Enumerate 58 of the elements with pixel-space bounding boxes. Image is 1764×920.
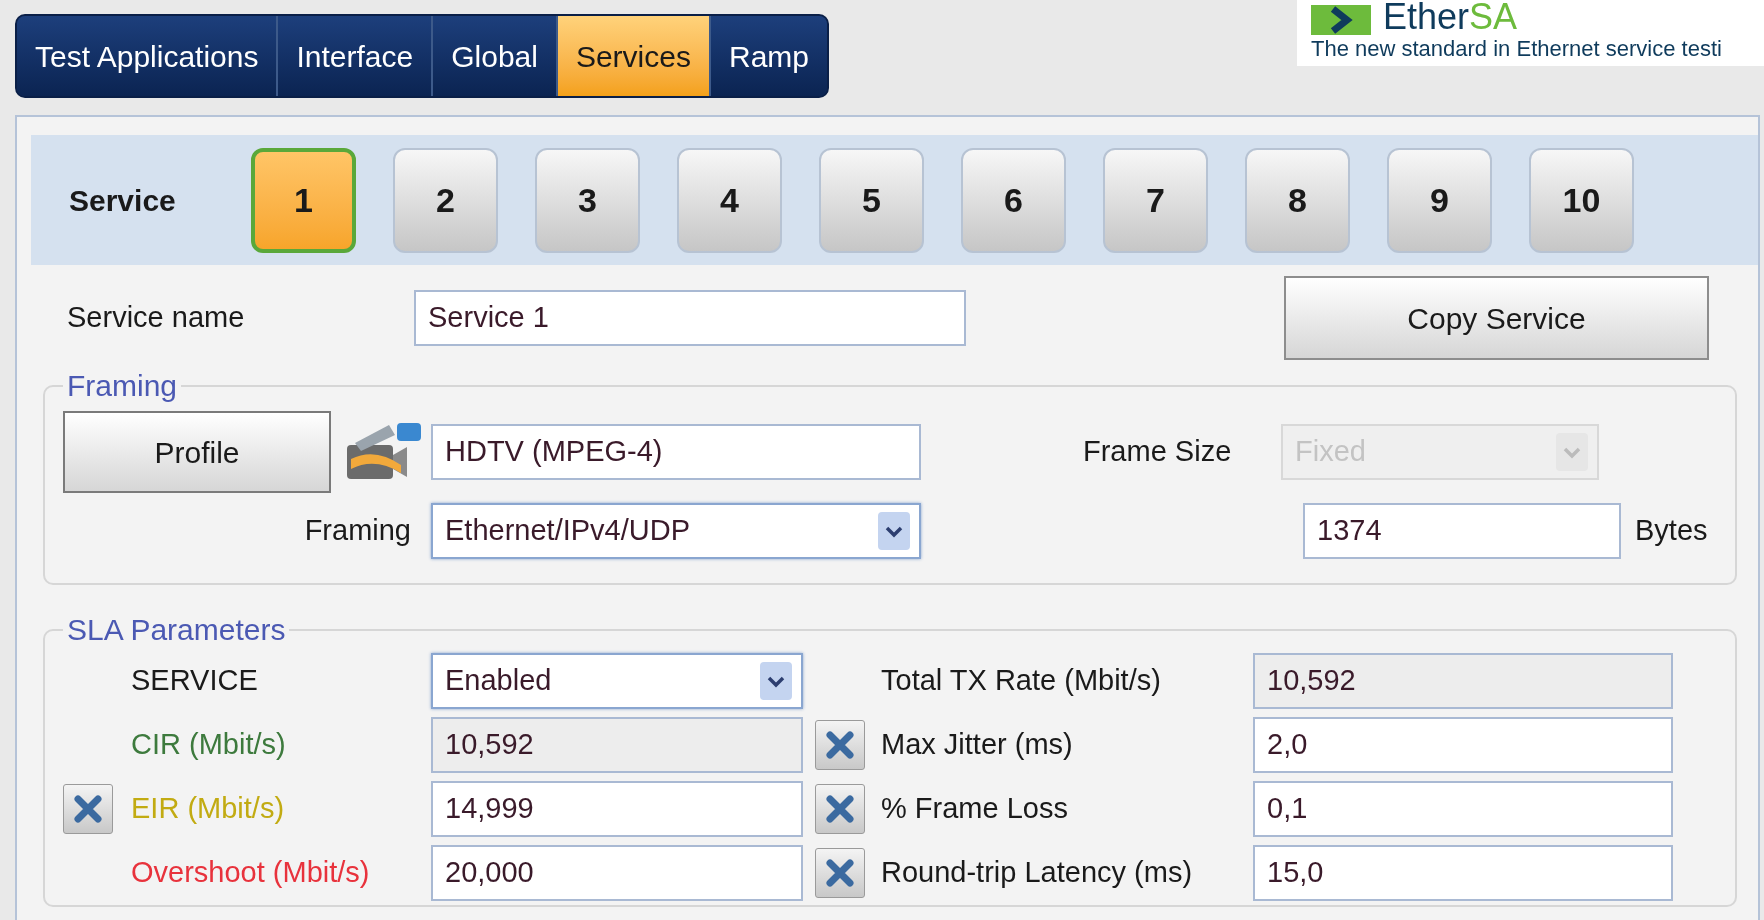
- frame-size-field[interactable]: 1374: [1303, 503, 1621, 559]
- chevron-down-icon: [759, 661, 793, 701]
- service-label: Service: [68, 182, 177, 219]
- readonly-field: 10,592: [431, 717, 803, 773]
- profile-field[interactable]: HDTV (MPEG-4): [431, 424, 921, 480]
- service-number-button[interactable]: 9: [1387, 147, 1492, 253]
- field-label: Frame Size: [1083, 434, 1233, 470]
- parameter-label: Round-trip Latency (ms): [881, 855, 1194, 891]
- clear-button[interactable]: [815, 784, 865, 834]
- x-icon: [73, 794, 103, 824]
- tab[interactable]: Test Applications: [17, 16, 277, 96]
- x-icon: [825, 730, 855, 760]
- parameter-label: Overshoot (Mbit/s): [131, 855, 371, 891]
- input-field[interactable]: 20,000: [431, 845, 803, 901]
- service-number-button[interactable]: 1: [251, 147, 356, 253]
- dropdown[interactable]: Enabled: [431, 653, 803, 709]
- group-title: Framing: [66, 368, 179, 404]
- service-number-button[interactable]: 3: [535, 147, 640, 253]
- x-icon: [825, 858, 855, 888]
- service-name-field[interactable]: Service 1: [414, 290, 966, 346]
- service-number-button[interactable]: 7: [1103, 147, 1208, 253]
- profile-button[interactable]: Profile: [63, 411, 331, 493]
- readonly-field: 10,592: [1253, 653, 1673, 709]
- tagline: The new standard in Ethernet service testi: [1311, 34, 1723, 62]
- brand-name: EtherSA: [1383, 0, 1518, 37]
- field-label: Framing: [303, 513, 412, 549]
- service-number-button[interactable]: 10: [1529, 147, 1634, 253]
- input-field[interactable]: 0,1: [1253, 781, 1673, 837]
- input-field[interactable]: 2,0: [1253, 717, 1673, 773]
- service-number-button[interactable]: 8: [1245, 147, 1350, 253]
- tab[interactable]: Global: [431, 16, 556, 96]
- parameter-label: EIR (Mbit/s): [131, 791, 286, 827]
- chevron-down-icon: [1555, 432, 1589, 472]
- tab[interactable]: Services: [555, 16, 709, 96]
- tab[interactable]: Interface: [276, 16, 432, 96]
- service-number-button[interactable]: 2: [393, 147, 498, 253]
- tab[interactable]: Ramp: [708, 16, 827, 96]
- clear-button[interactable]: [815, 848, 865, 898]
- field-label: Service name: [66, 300, 246, 336]
- parameter-label: Total TX Rate (Mbit/s): [881, 663, 1162, 699]
- parameter-label: Max Jitter (ms): [881, 727, 1074, 763]
- parameter-label: % Frame Loss: [881, 791, 1069, 827]
- service-number-button[interactable]: 5: [819, 147, 924, 253]
- service-number-button[interactable]: 4: [677, 147, 782, 253]
- unit-label: Bytes: [1635, 513, 1708, 549]
- parameter-label: CIR (Mbit/s): [131, 727, 287, 763]
- chevron-down-icon: [877, 511, 911, 551]
- service-number-button[interactable]: 6: [961, 147, 1066, 253]
- parameter-label: SERVICE: [131, 663, 259, 699]
- input-field[interactable]: 14,999: [431, 781, 803, 837]
- x-icon: [825, 794, 855, 824]
- framing-dropdown[interactable]: Ethernet/IPv4/UDP: [431, 503, 921, 559]
- group-title: SLA Parameters: [66, 612, 287, 648]
- input-field[interactable]: 15,0: [1253, 845, 1673, 901]
- clear-button[interactable]: [63, 784, 113, 834]
- copy-service-button[interactable]: Copy Service: [1284, 276, 1709, 360]
- clear-button[interactable]: [815, 720, 865, 770]
- arrow-logo-icon: [1311, 4, 1371, 35]
